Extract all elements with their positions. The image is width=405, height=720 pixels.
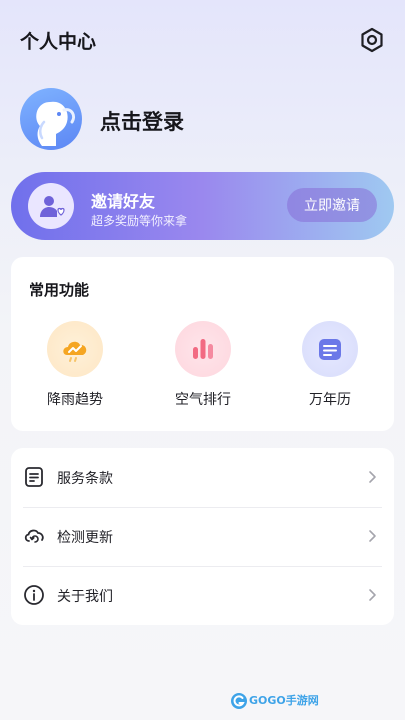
- menu-item-label: 关于我们: [57, 589, 113, 605]
- features-card: 常用功能 降雨趋势 空气排行 万年历: [11, 257, 394, 431]
- invite-icon-circle: [28, 183, 74, 229]
- watermark-logo-icon: [231, 693, 247, 709]
- cloud-sync-icon: [24, 529, 44, 543]
- feature-label: 空气排行: [175, 392, 231, 408]
- menu-item-label: 检测更新: [57, 530, 113, 546]
- chevron-right-icon: [369, 471, 376, 483]
- document-icon: [25, 467, 43, 487]
- air-ranking-icon: [175, 321, 231, 377]
- header: 个人中心: [0, 0, 405, 80]
- menu-item-label: 服务条款: [57, 471, 113, 487]
- watermark: GOGO手游网: [230, 690, 319, 712]
- user-heart-icon: [40, 196, 65, 217]
- menu-item-about-us[interactable]: 关于我们: [11, 566, 394, 625]
- page-title: 个人中心: [20, 31, 97, 53]
- avatar[interactable]: [20, 88, 82, 150]
- chevron-right-icon: [369, 589, 376, 601]
- chevron-right-icon: [369, 530, 376, 542]
- feature-air-ranking[interactable]: 空气排行: [153, 321, 253, 411]
- login-link[interactable]: 点击登录: [100, 106, 184, 136]
- menu-item-check-update[interactable]: 检测更新: [11, 507, 394, 566]
- feature-label: 降雨趋势: [47, 392, 103, 408]
- watermark-text: GOGO手游网: [249, 694, 319, 707]
- invite-subtitle: 超多奖励等你来拿: [91, 214, 188, 228]
- menu-card: 服务条款 检测更新 关于我们: [11, 448, 394, 625]
- feature-calendar[interactable]: 万年历: [280, 321, 380, 411]
- elephant-avatar-icon: [36, 101, 76, 146]
- invite-now-button[interactable]: 立即邀请: [287, 188, 377, 222]
- invite-title: 邀请好友: [91, 192, 156, 211]
- calendar-icon: [302, 321, 358, 377]
- feature-label: 万年历: [309, 392, 351, 408]
- gear-icon: [361, 27, 383, 53]
- rain-trend-icon: [47, 321, 103, 377]
- info-icon: [24, 585, 44, 605]
- feature-rain-trend[interactable]: 降雨趋势: [25, 321, 125, 411]
- features-title: 常用功能: [29, 281, 90, 299]
- menu-item-terms[interactable]: 服务条款: [11, 448, 394, 507]
- invite-banner[interactable]: 邀请好友 超多奖励等你来拿 立即邀请: [11, 172, 394, 240]
- settings-button[interactable]: [357, 25, 387, 55]
